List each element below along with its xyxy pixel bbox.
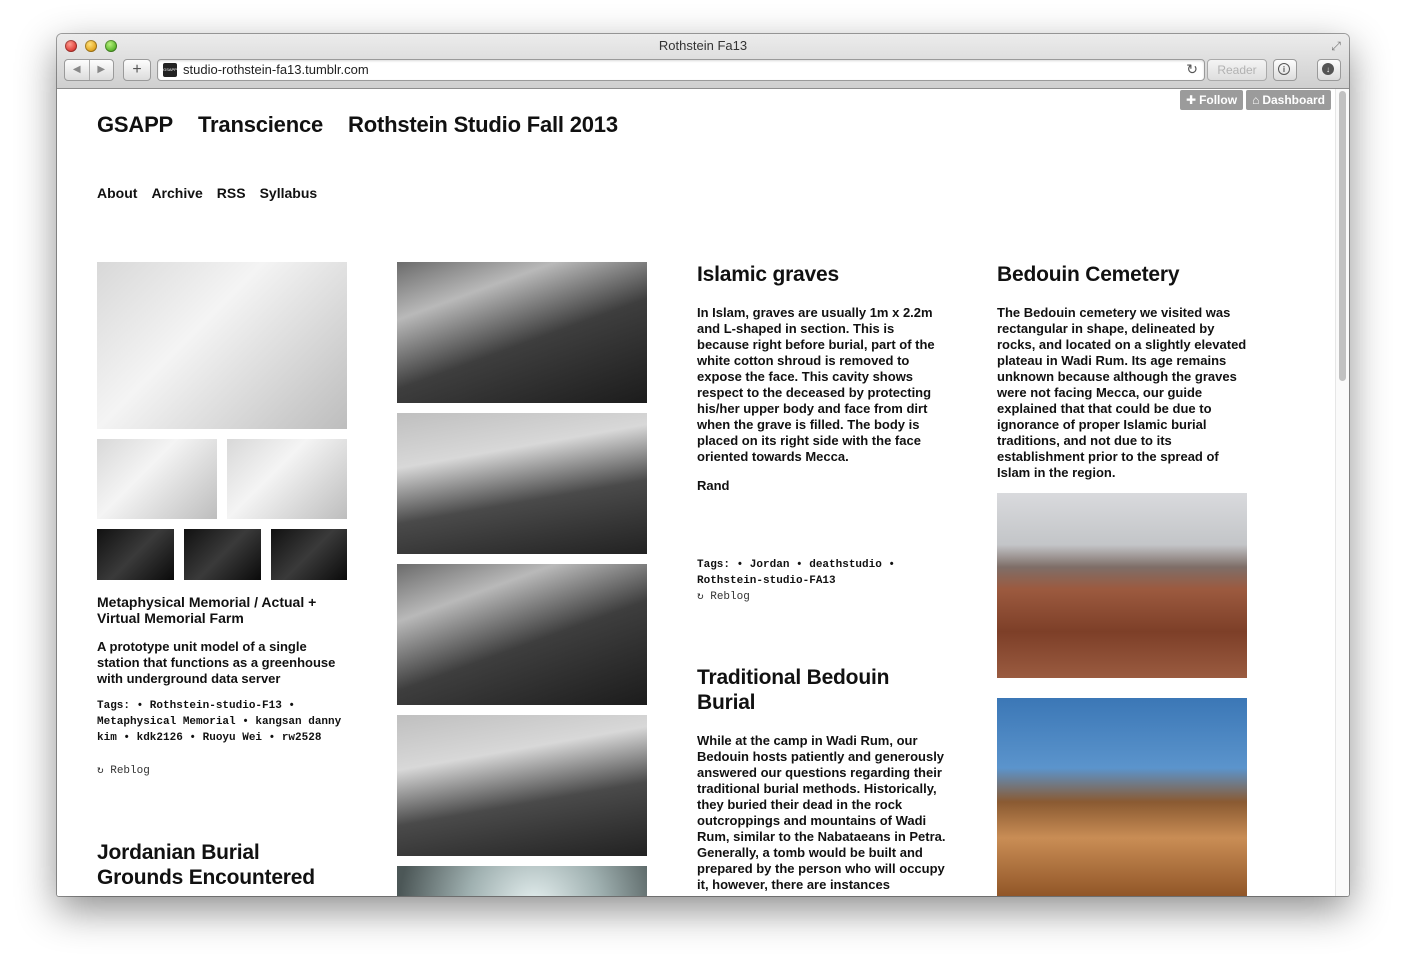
blog-nav: About Archive RSS Syllabus	[97, 185, 317, 201]
theme-title[interactable]: Transcience	[198, 112, 323, 138]
browser-window: Rothstein Fa13 ⤢ ◀ ▶ + GSAPP studio-roth…	[57, 34, 1349, 896]
dashboard-button[interactable]: ⌂ Dashboard	[1246, 90, 1331, 110]
browser-toolbar: Rothstein Fa13 ⤢ ◀ ▶ + GSAPP studio-roth…	[57, 34, 1349, 89]
tumblr-controls: ✚ Follow ⌂ Dashboard	[1180, 90, 1331, 110]
fullscreen-icon[interactable]: ⤢	[1329, 39, 1343, 53]
model-photo-thumb-2[interactable]	[227, 439, 347, 519]
review-photo-3[interactable]	[397, 564, 647, 705]
reblog-icon: ↻	[697, 591, 704, 603]
follow-button[interactable]: ✚ Follow	[1180, 90, 1244, 110]
new-tab-button[interactable]: +	[123, 59, 151, 81]
model-photo-thumb-5[interactable]	[271, 529, 347, 580]
model-photo-large[interactable]	[97, 262, 347, 429]
nav-link-archive[interactable]: Archive	[151, 185, 202, 201]
memorial-post-body: A prototype unit model of a single stati…	[97, 639, 336, 686]
nav-link-syllabus[interactable]: Syllabus	[260, 185, 318, 201]
islamic-post-body: In Islam, graves are usually 1m x 2.2m a…	[697, 305, 935, 464]
forward-arrow-icon[interactable]: ▶	[90, 60, 114, 80]
review-photo-2[interactable]	[397, 413, 647, 554]
model-photo-thumb-1[interactable]	[97, 439, 217, 519]
review-photo-4[interactable]	[397, 715, 647, 856]
vertical-scrollbar[interactable]	[1335, 89, 1349, 896]
islamic-post-title[interactable]: Islamic graves	[697, 262, 947, 287]
page-info-button[interactable]: i	[1273, 59, 1297, 81]
back-forward-buttons: ◀ ▶	[64, 59, 114, 81]
review-photo-1[interactable]	[397, 262, 647, 403]
bedouin-cemetery-post-body: The Bedouin cemetery we visited was rect…	[997, 305, 1247, 480]
url-text[interactable]: studio-rothstein-fa13.tumblr.com	[183, 62, 369, 77]
site-favicon-icon: GSAPP	[163, 63, 177, 77]
reload-icon[interactable]: ↻	[1186, 61, 1198, 78]
model-photo-thumb-3[interactable]	[97, 529, 174, 580]
info-icon: i	[1278, 63, 1290, 75]
window-title: Rothstein Fa13	[658, 38, 748, 53]
dashboard-label: Dashboard	[1262, 93, 1325, 107]
islamic-post-tags[interactable]: Tags: • Jordan • deathstudio • Rothstein…	[697, 557, 947, 589]
school-title[interactable]: GSAPP	[97, 112, 173, 138]
nav-link-rss[interactable]: RSS	[217, 185, 246, 201]
scrollbar-thumb[interactable]	[1339, 91, 1346, 381]
memorial-post-tags[interactable]: Tags: • Rothstein-studio-F13 • Metaphysi…	[97, 698, 347, 746]
islamic-reblog-link[interactable]: ↻ Reblog	[697, 589, 947, 605]
jordanian-post-title[interactable]: Jordanian Burial Grounds Encountered	[97, 840, 347, 890]
reblog-label: Reblog	[710, 591, 750, 603]
rock-outcrop-photo[interactable]	[997, 698, 1247, 896]
islamic-post-author: Rand	[697, 478, 730, 493]
downloads-button[interactable]: ↓	[1317, 59, 1341, 81]
reblog-icon: ↻	[97, 765, 104, 777]
bedouin-burial-post-title[interactable]: Traditional Bedouin Burial	[697, 665, 947, 715]
nav-link-about[interactable]: About	[97, 185, 137, 201]
bedouin-burial-post-body: While at the camp in Wadi Rum, our Bedou…	[697, 733, 946, 892]
reader-button[interactable]: Reader	[1207, 59, 1267, 81]
back-arrow-icon[interactable]: ◀	[65, 60, 90, 80]
model-photo-thumb-4[interactable]	[184, 529, 261, 580]
blog-header: GSAPP Transcience Rothstein Studio Fall …	[97, 112, 618, 138]
home-icon: ⌂	[1252, 93, 1260, 107]
plus-icon: ✚	[1186, 93, 1197, 107]
bedouin-cemetery-post-title[interactable]: Bedouin Cemetery	[997, 262, 1247, 287]
studio-title[interactable]: Rothstein Studio Fall 2013	[348, 112, 618, 138]
follow-label: Follow	[1199, 93, 1238, 107]
page-viewport: ✚ Follow ⌂ Dashboard GSAPP Transcience R…	[57, 89, 1335, 896]
review-photo-5[interactable]	[397, 866, 647, 896]
cemetery-desert-photo[interactable]	[997, 493, 1247, 678]
memorial-post-title[interactable]: Metaphysical Memorial / Actual + Virtual…	[97, 594, 347, 626]
reblog-label: Reblog	[110, 765, 150, 777]
download-icon: ↓	[1322, 63, 1334, 75]
address-bar[interactable]: GSAPP studio-rothstein-fa13.tumblr.com ↻	[157, 59, 1205, 81]
memorial-reblog-link[interactable]: ↻ Reblog	[97, 763, 347, 779]
